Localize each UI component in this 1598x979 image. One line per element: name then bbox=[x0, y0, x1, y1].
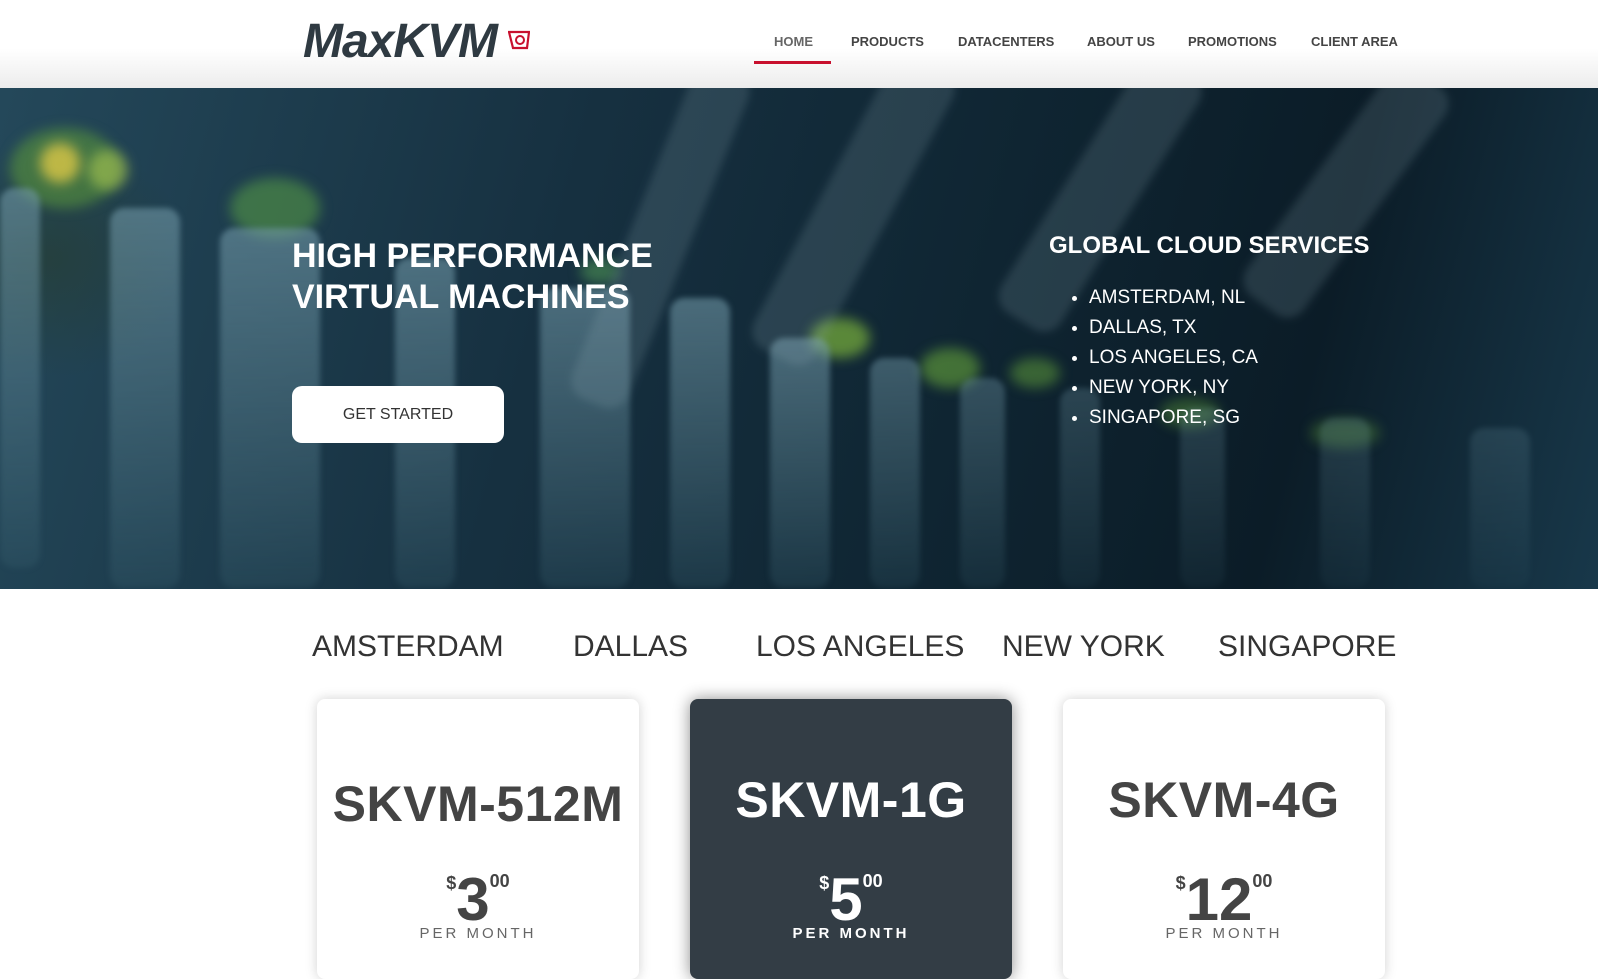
price-cents: 00 bbox=[489, 871, 510, 891]
plan-name: SKVM-1G bbox=[735, 772, 967, 828]
location-tabs: AMSTERDAM DALLAS LOS ANGELES NEW YORK SI… bbox=[0, 630, 1598, 670]
site-header: MaxKVM HOME PRODUCTS DATACENTERS ABOUT U… bbox=[0, 0, 1598, 88]
bg-server-bay bbox=[1320, 418, 1370, 588]
price-currency: $ bbox=[446, 873, 457, 893]
location-item: AMSTERDAM, NL bbox=[1089, 283, 1258, 313]
bg-server-bay bbox=[870, 358, 920, 588]
hero-title-line-2: VIRTUAL MACHINES bbox=[292, 278, 630, 316]
tab-dallas[interactable]: DALLAS bbox=[573, 630, 688, 664]
plan-card[interactable]: SKVM-4G $1200 PER MONTH bbox=[1063, 699, 1385, 979]
bg-server-bay bbox=[110, 208, 180, 588]
nav-datacenters[interactable]: DATACENTERS bbox=[958, 34, 1054, 49]
location-item: NEW YORK, NY bbox=[1089, 373, 1258, 403]
nav-products[interactable]: PRODUCTS bbox=[851, 34, 924, 49]
location-item: SINGAPORE, SG bbox=[1089, 403, 1258, 433]
tab-amsterdam[interactable]: AMSTERDAM bbox=[312, 630, 504, 664]
bg-server-bay bbox=[770, 338, 830, 588]
nav-client-area[interactable]: CLIENT AREA bbox=[1311, 34, 1398, 49]
plan-period: PER MONTH bbox=[792, 925, 910, 942]
price-currency: $ bbox=[1175, 873, 1186, 893]
bg-server-bay bbox=[960, 378, 1005, 588]
locations-title: GLOBAL CLOUD SERVICES bbox=[1049, 232, 1370, 259]
logo-mark-icon bbox=[508, 30, 530, 50]
plan-period: PER MONTH bbox=[419, 925, 537, 942]
plan-period: PER MONTH bbox=[1165, 925, 1283, 942]
tab-los-angeles[interactable]: LOS ANGELES bbox=[756, 630, 964, 664]
price-amount: 5 bbox=[829, 866, 863, 933]
nav-promotions[interactable]: PROMOTIONS bbox=[1188, 34, 1277, 49]
price-currency: $ bbox=[819, 873, 830, 893]
bg-light-glow bbox=[88, 150, 128, 190]
bg-cable bbox=[1235, 88, 1457, 326]
plan-name: SKVM-4G bbox=[1108, 772, 1340, 828]
bg-server-bay bbox=[1180, 408, 1225, 588]
price-cents: 00 bbox=[862, 871, 883, 891]
tab-new-york[interactable]: NEW YORK bbox=[1002, 630, 1165, 664]
plan-name: SKVM-512M bbox=[332, 776, 624, 832]
get-started-button[interactable]: GET STARTED bbox=[292, 386, 504, 443]
tab-singapore[interactable]: SINGAPORE bbox=[1218, 630, 1396, 664]
nav-home[interactable]: HOME bbox=[774, 34, 813, 49]
location-item: DALLAS, TX bbox=[1089, 313, 1258, 343]
plan-card-featured[interactable]: SKVM-1G $500 PER MONTH bbox=[690, 699, 1012, 979]
locations-list: AMSTERDAM, NL DALLAS, TX LOS ANGELES, CA… bbox=[1049, 283, 1258, 433]
plan-card[interactable]: SKVM-512M $300 PER MONTH bbox=[317, 699, 639, 979]
hero-title-line-1: HIGH PERFORMANCE bbox=[292, 237, 653, 275]
price-amount: 12 bbox=[1185, 866, 1253, 933]
nav-about-us[interactable]: ABOUT US bbox=[1087, 34, 1155, 49]
bg-server-bay bbox=[670, 298, 730, 588]
bg-light-glow bbox=[40, 143, 80, 183]
price-cents: 00 bbox=[1252, 871, 1273, 891]
price-amount: 3 bbox=[456, 866, 490, 933]
bg-server-bay bbox=[0, 188, 40, 568]
nav-active-indicator bbox=[754, 61, 831, 64]
bg-server-bay bbox=[1470, 428, 1530, 588]
hero-title: HIGH PERFORMANCE VIRTUAL MACHINES bbox=[292, 236, 812, 318]
hero-banner: HIGH PERFORMANCE VIRTUAL MACHINES GET ST… bbox=[0, 88, 1598, 589]
location-item: LOS ANGELES, CA bbox=[1089, 343, 1258, 373]
site-logo[interactable]: MaxKVM bbox=[303, 14, 498, 70]
